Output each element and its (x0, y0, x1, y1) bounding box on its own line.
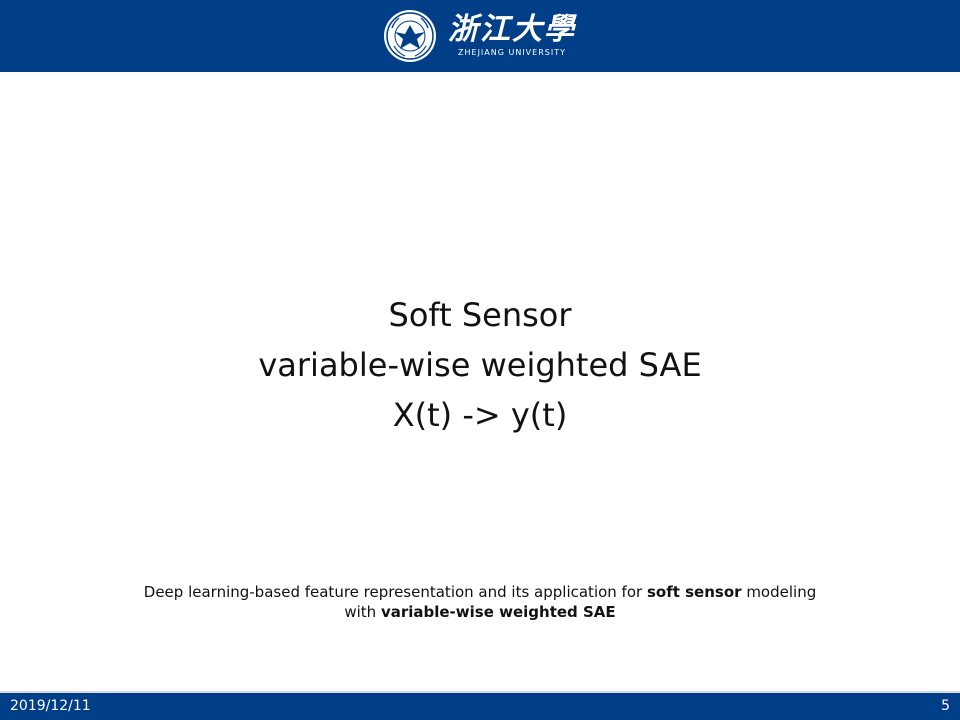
title-line-2: variable-wise weighted SAE (258, 346, 702, 384)
title-line-3: X(t) -> y(t) (392, 396, 568, 434)
header-bar: 浙江大學 ZHEJIANG UNIVERSITY (0, 0, 960, 72)
footer-bar: 2019/12/11 5 (0, 691, 960, 720)
caption-text-1: Deep learning-based feature representati… (143, 583, 647, 601)
caption-bold-soft-sensor: soft sensor (646, 583, 742, 601)
university-name-en: ZHEJIANG UNIVERSITY (458, 48, 566, 57)
university-name-cn: 浙江大學 (448, 12, 576, 47)
page-number: 5 (941, 698, 950, 714)
slide-title: Soft Sensor variable-wise weighted SAE X… (0, 290, 960, 440)
university-wordmark: 浙江大學 ZHEJIANG UNIVERSITY (448, 13, 576, 59)
zju-seal-icon (384, 10, 436, 62)
caption-bold-vw-sae: variable-wise weighted SAE (380, 603, 616, 621)
slide: 浙江大學 ZHEJIANG UNIVERSITY Soft Sensor var… (0, 0, 960, 720)
footer-date: 2019/12/11 (10, 698, 91, 714)
university-logo: 浙江大學 ZHEJIANG UNIVERSITY (382, 8, 576, 64)
paper-caption: Deep learning-based feature representati… (140, 582, 820, 622)
title-line-1: Soft Sensor (388, 296, 572, 334)
